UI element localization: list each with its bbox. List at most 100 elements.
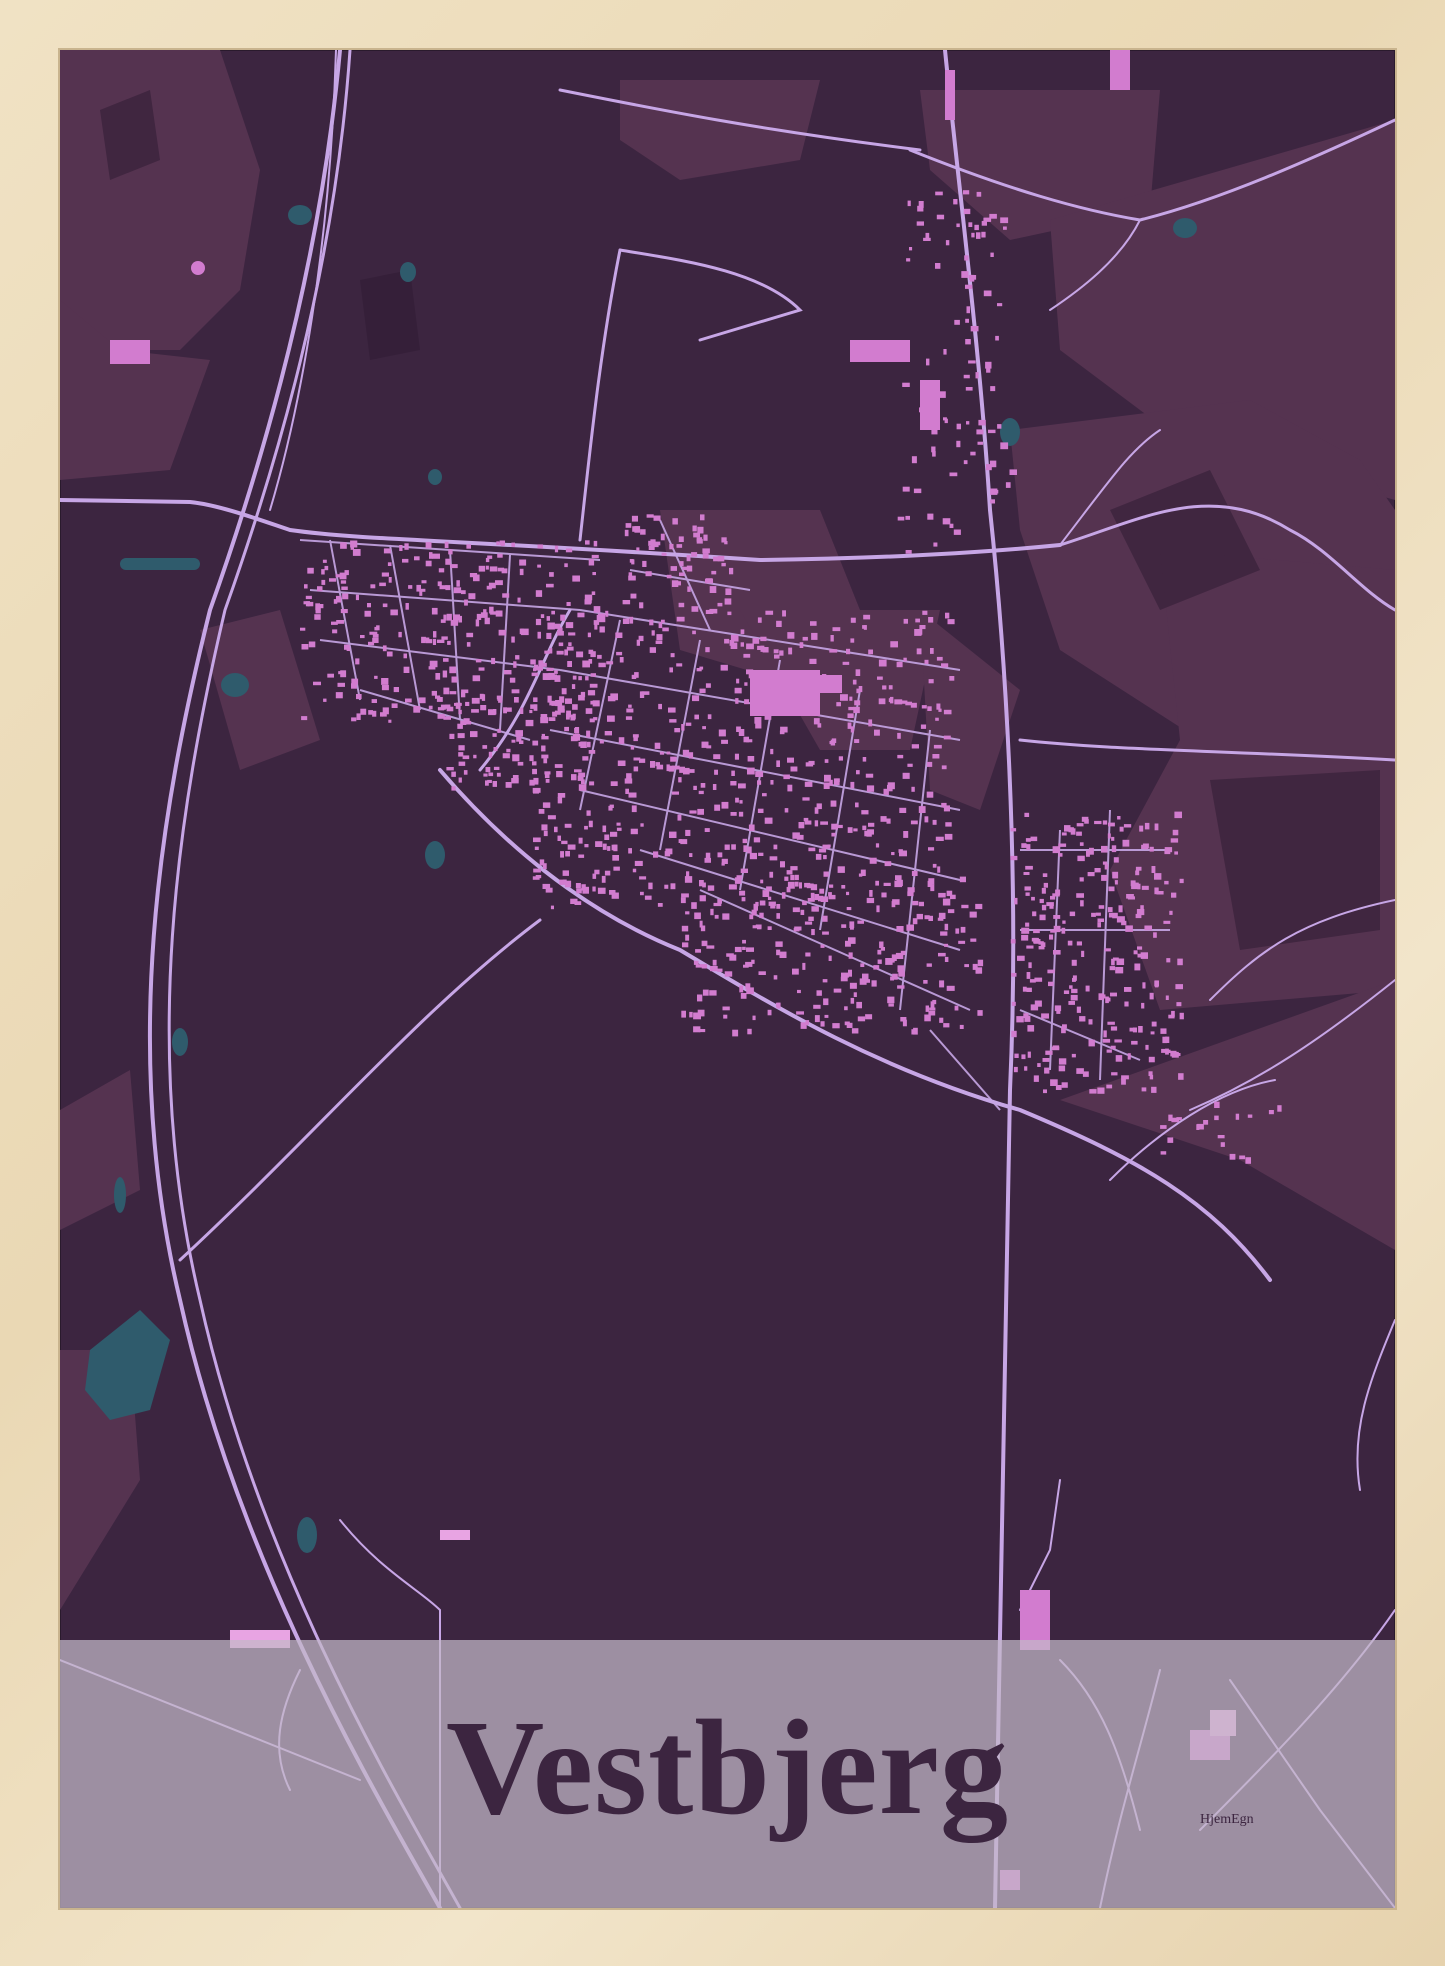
- house: [684, 876, 693, 883]
- house: [628, 704, 632, 708]
- house: [360, 708, 367, 715]
- house: [404, 543, 409, 550]
- house: [1026, 972, 1031, 979]
- house: [703, 534, 708, 541]
- house: [926, 358, 930, 366]
- house: [935, 717, 939, 721]
- house: [520, 707, 524, 714]
- house: [648, 882, 653, 890]
- house: [580, 691, 586, 698]
- house: [805, 1020, 810, 1025]
- house: [990, 252, 994, 257]
- house: [915, 618, 920, 623]
- house: [877, 676, 883, 680]
- house: [585, 708, 593, 714]
- house: [944, 923, 949, 931]
- house: [1077, 855, 1085, 862]
- house: [747, 846, 752, 854]
- house: [689, 810, 697, 814]
- house: [989, 213, 997, 219]
- house: [959, 1024, 964, 1029]
- house: [754, 695, 759, 701]
- house: [976, 191, 982, 197]
- house: [584, 825, 588, 830]
- house: [472, 675, 481, 682]
- house: [1127, 896, 1135, 900]
- house: [795, 874, 799, 881]
- house: [1247, 1114, 1253, 1118]
- house: [1021, 843, 1027, 848]
- house: [840, 976, 848, 982]
- house: [451, 786, 456, 791]
- house: [747, 1028, 752, 1035]
- house: [550, 905, 554, 910]
- house: [854, 700, 861, 706]
- house: [574, 901, 582, 905]
- house: [1021, 934, 1029, 941]
- house: [340, 670, 347, 678]
- house: [797, 989, 801, 994]
- house: [1071, 988, 1078, 994]
- house: [429, 552, 433, 559]
- house: [1013, 1066, 1018, 1073]
- house: [1119, 826, 1124, 832]
- house: [746, 947, 754, 952]
- house: [1214, 1115, 1219, 1121]
- house: [532, 761, 537, 766]
- house: [697, 994, 703, 1002]
- house: [1088, 1019, 1093, 1025]
- house: [585, 676, 589, 681]
- house: [556, 650, 564, 655]
- house: [691, 552, 698, 557]
- house: [899, 850, 907, 857]
- house: [506, 748, 511, 753]
- house: [869, 857, 877, 864]
- house: [495, 580, 503, 586]
- house: [566, 602, 571, 606]
- house: [314, 614, 321, 620]
- house: [847, 713, 854, 718]
- house: [729, 567, 734, 575]
- house: [479, 693, 484, 700]
- house: [804, 921, 813, 925]
- house: [865, 1014, 873, 1020]
- house: [878, 659, 887, 667]
- house: [488, 582, 496, 589]
- house: [701, 940, 708, 947]
- house: [724, 638, 730, 644]
- house: [580, 741, 587, 748]
- house: [1112, 871, 1119, 879]
- house: [886, 818, 891, 824]
- house: [820, 821, 828, 825]
- house: [718, 729, 726, 737]
- house: [632, 734, 639, 738]
- house: [301, 644, 309, 650]
- house: [823, 998, 829, 1006]
- house: [731, 770, 735, 776]
- house: [942, 518, 951, 525]
- house: [903, 618, 908, 624]
- house: [608, 805, 613, 811]
- house: [813, 1004, 821, 1009]
- house: [618, 737, 625, 744]
- house: [945, 612, 950, 619]
- house: [1125, 925, 1133, 932]
- house: [990, 499, 995, 504]
- house: [1109, 966, 1116, 971]
- house: [669, 719, 677, 723]
- house: [679, 572, 685, 576]
- house: [638, 635, 644, 642]
- house: [764, 817, 773, 824]
- house: [875, 843, 880, 848]
- house: [432, 553, 440, 559]
- house: [388, 719, 392, 723]
- house: [425, 560, 432, 567]
- house: [1084, 819, 1089, 824]
- house: [584, 599, 591, 605]
- house: [1080, 900, 1084, 907]
- house: [790, 874, 795, 881]
- house: [642, 560, 647, 567]
- house: [513, 661, 517, 668]
- house: [1134, 963, 1141, 971]
- house: [976, 232, 981, 239]
